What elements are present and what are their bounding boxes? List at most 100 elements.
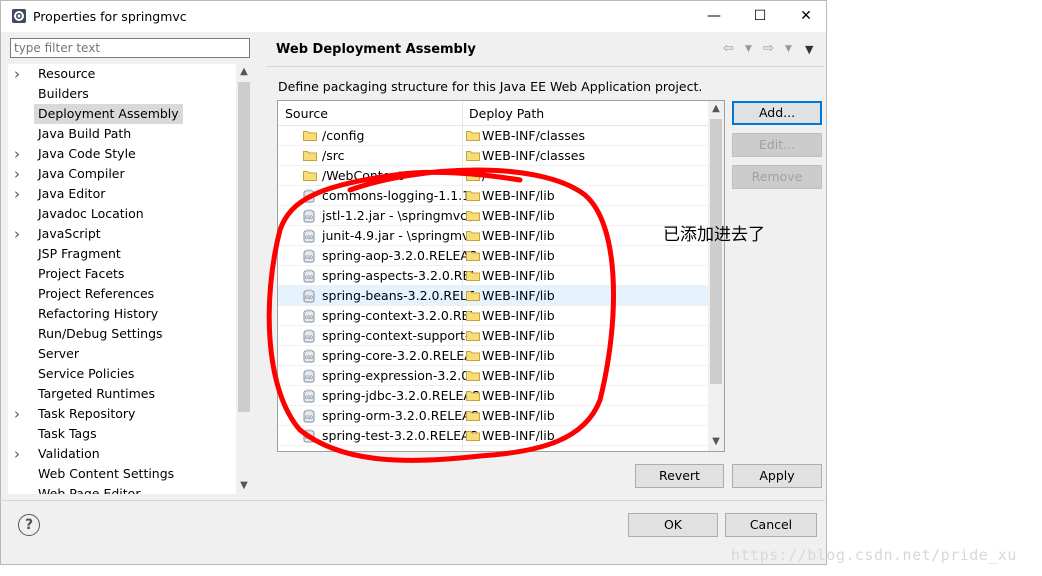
tree-item[interactable]: Javadoc Location: [8, 204, 236, 224]
tree-item[interactable]: Project References: [8, 284, 236, 304]
tree-item[interactable]: › Java Editor: [8, 184, 236, 204]
deploy-path-cell: WEB-INF/lib: [482, 428, 555, 443]
tree-item[interactable]: Refactoring History: [8, 304, 236, 324]
view-menu-icon[interactable]: ▼: [805, 43, 813, 56]
tree-item[interactable]: Task Tags: [8, 424, 236, 444]
table-row[interactable]: 010 spring-expression-3.2.0. WEB-INF/lib: [278, 366, 708, 386]
tree-item[interactable]: › Java Code Style: [8, 144, 236, 164]
tree-item-label: JavaScript: [38, 226, 101, 241]
folder-icon: [303, 131, 317, 141]
tree-item[interactable]: Deployment Assembly: [8, 104, 236, 124]
properties-app-icon: [12, 9, 26, 23]
tree-scrollbar[interactable]: ▲ ▼: [236, 64, 252, 494]
tree-item[interactable]: Web Content Settings: [8, 464, 236, 484]
scroll-up-icon[interactable]: ▲: [708, 101, 724, 117]
sort-up-icon: ^: [364, 100, 373, 107]
table-row[interactable]: 010 spring-test-3.2.0.RELEAS WEB-INF/lib: [278, 426, 708, 446]
expand-chevron-icon[interactable]: ›: [14, 444, 26, 464]
title-bar: Properties for springmvc — ☐ ✕: [1, 1, 826, 32]
cancel-button[interactable]: Cancel: [725, 513, 817, 537]
source-cell: spring-expression-3.2.0.: [322, 368, 474, 383]
table-row[interactable]: 010 commons-logging-1.1.1 WEB-INF/lib: [278, 186, 708, 206]
apply-button[interactable]: Apply: [732, 464, 822, 488]
table-row[interactable]: /src WEB-INF/classes: [278, 146, 708, 166]
back-icon[interactable]: ⇦: [723, 41, 734, 56]
table-row[interactable]: 010 spring-aop-3.2.0.RELEAS WEB-INF/lib: [278, 246, 708, 266]
deploy-path-cell: WEB-INF/lib: [482, 188, 555, 203]
tree-item[interactable]: JSP Fragment: [8, 244, 236, 264]
back-menu-icon[interactable]: ▼: [745, 44, 752, 54]
source-cell: /src: [322, 148, 345, 163]
expand-chevron-icon[interactable]: ›: [14, 64, 26, 84]
revert-button[interactable]: Revert: [635, 464, 724, 488]
ok-button[interactable]: OK: [628, 513, 718, 537]
maximize-button[interactable]: ☐: [737, 1, 783, 31]
svg-text:010: 010: [305, 375, 313, 380]
minimize-button[interactable]: —: [691, 1, 737, 31]
page-title: Web Deployment Assembly: [276, 42, 476, 57]
source-cell: junit-4.9.jar - \springmvc: [322, 228, 477, 243]
table-row[interactable]: 010 spring-context-3.2.0.REL WEB-INF/lib: [278, 306, 708, 326]
scroll-down-icon[interactable]: ▼: [708, 434, 724, 450]
edit-button[interactable]: Edit...: [732, 133, 822, 157]
table-row[interactable]: /WebContent /: [278, 166, 708, 186]
table-row[interactable]: 010 spring-core-3.2.0.RELEA WEB-INF/lib: [278, 346, 708, 366]
tree-item[interactable]: › Java Compiler: [8, 164, 236, 184]
tree-item[interactable]: › Validation: [8, 444, 236, 464]
tree-item-label: Java Editor: [38, 186, 106, 201]
help-icon[interactable]: ?: [18, 514, 40, 536]
expand-chevron-icon[interactable]: ›: [14, 144, 26, 164]
svg-text:010: 010: [305, 255, 313, 260]
folder-icon: [466, 191, 480, 201]
expand-chevron-icon[interactable]: ›: [14, 224, 26, 244]
source-cell: /WebContent: [322, 168, 404, 183]
scroll-thumb[interactable]: [710, 119, 722, 384]
source-cell: spring-aspects-3.2.0.REL: [322, 268, 478, 283]
tree-item[interactable]: Java Build Path: [8, 124, 236, 144]
tree-item[interactable]: › Resource: [8, 64, 236, 84]
tree-item[interactable]: › Task Repository: [8, 404, 236, 424]
tree-item[interactable]: Targeted Runtimes: [8, 384, 236, 404]
tree-item-label: Task Tags: [38, 426, 97, 441]
table-row[interactable]: 010 spring-aspects-3.2.0.REL WEB-INF/lib: [278, 266, 708, 286]
scroll-thumb[interactable]: [238, 82, 250, 412]
tree-item[interactable]: Project Facets: [8, 264, 236, 284]
forward-menu-icon[interactable]: ▼: [785, 44, 792, 54]
deploy-path-cell: WEB-INF/lib: [482, 408, 555, 423]
table-row[interactable]: /config WEB-INF/classes: [278, 126, 708, 146]
filter-input[interactable]: [10, 38, 250, 58]
deploy-path-cell: WEB-INF/lib: [482, 368, 555, 383]
table-row[interactable]: 010 spring-jdbc-3.2.0.RELEAS WEB-INF/lib: [278, 386, 708, 406]
column-deploy-path[interactable]: Deploy Path: [469, 101, 544, 125]
forward-icon[interactable]: ⇨: [763, 41, 774, 56]
tree-item[interactable]: Server: [8, 344, 236, 364]
tree-item[interactable]: Builders: [8, 84, 236, 104]
add-button[interactable]: Add...: [732, 101, 822, 125]
table-row[interactable]: 010 jstl-1.2.jar - \springmvc\ WEB-INF/lib: [278, 206, 708, 226]
folder-icon: [466, 211, 480, 221]
jar-icon: 010: [303, 409, 315, 423]
tree-item[interactable]: › JavaScript: [8, 224, 236, 244]
tree-item[interactable]: Run/Debug Settings: [8, 324, 236, 344]
table-row[interactable]: 010 junit-4.9.jar - \springmvc WEB-INF/lib: [278, 226, 708, 246]
tree-item-label: Server: [38, 346, 79, 361]
close-button[interactable]: ✕: [783, 1, 829, 31]
tree-item[interactable]: Service Policies: [8, 364, 236, 384]
svg-text:010: 010: [305, 215, 313, 220]
expand-chevron-icon[interactable]: ›: [14, 404, 26, 424]
folder-icon: [466, 411, 480, 421]
column-source[interactable]: Source: [285, 101, 328, 125]
table-scrollbar[interactable]: ▲ ▼: [708, 101, 724, 451]
expand-chevron-icon[interactable]: ›: [14, 184, 26, 204]
scroll-down-icon[interactable]: ▼: [236, 478, 252, 494]
table-row[interactable]: 010 spring-context-support- WEB-INF/lib: [278, 326, 708, 346]
jar-icon: 010: [303, 349, 315, 363]
expand-chevron-icon[interactable]: ›: [14, 164, 26, 184]
folder-icon: [466, 271, 480, 281]
scroll-up-icon[interactable]: ▲: [236, 64, 252, 80]
jar-icon: 010: [303, 209, 315, 223]
table-row[interactable]: 010 spring-beans-3.2.0.RELE WEB-INF/lib: [278, 286, 708, 306]
remove-button[interactable]: Remove: [732, 165, 822, 189]
table-row[interactable]: 010 spring-orm-3.2.0.RELEAS WEB-INF/lib: [278, 406, 708, 426]
tree-item[interactable]: Web Page Editor: [8, 484, 236, 494]
